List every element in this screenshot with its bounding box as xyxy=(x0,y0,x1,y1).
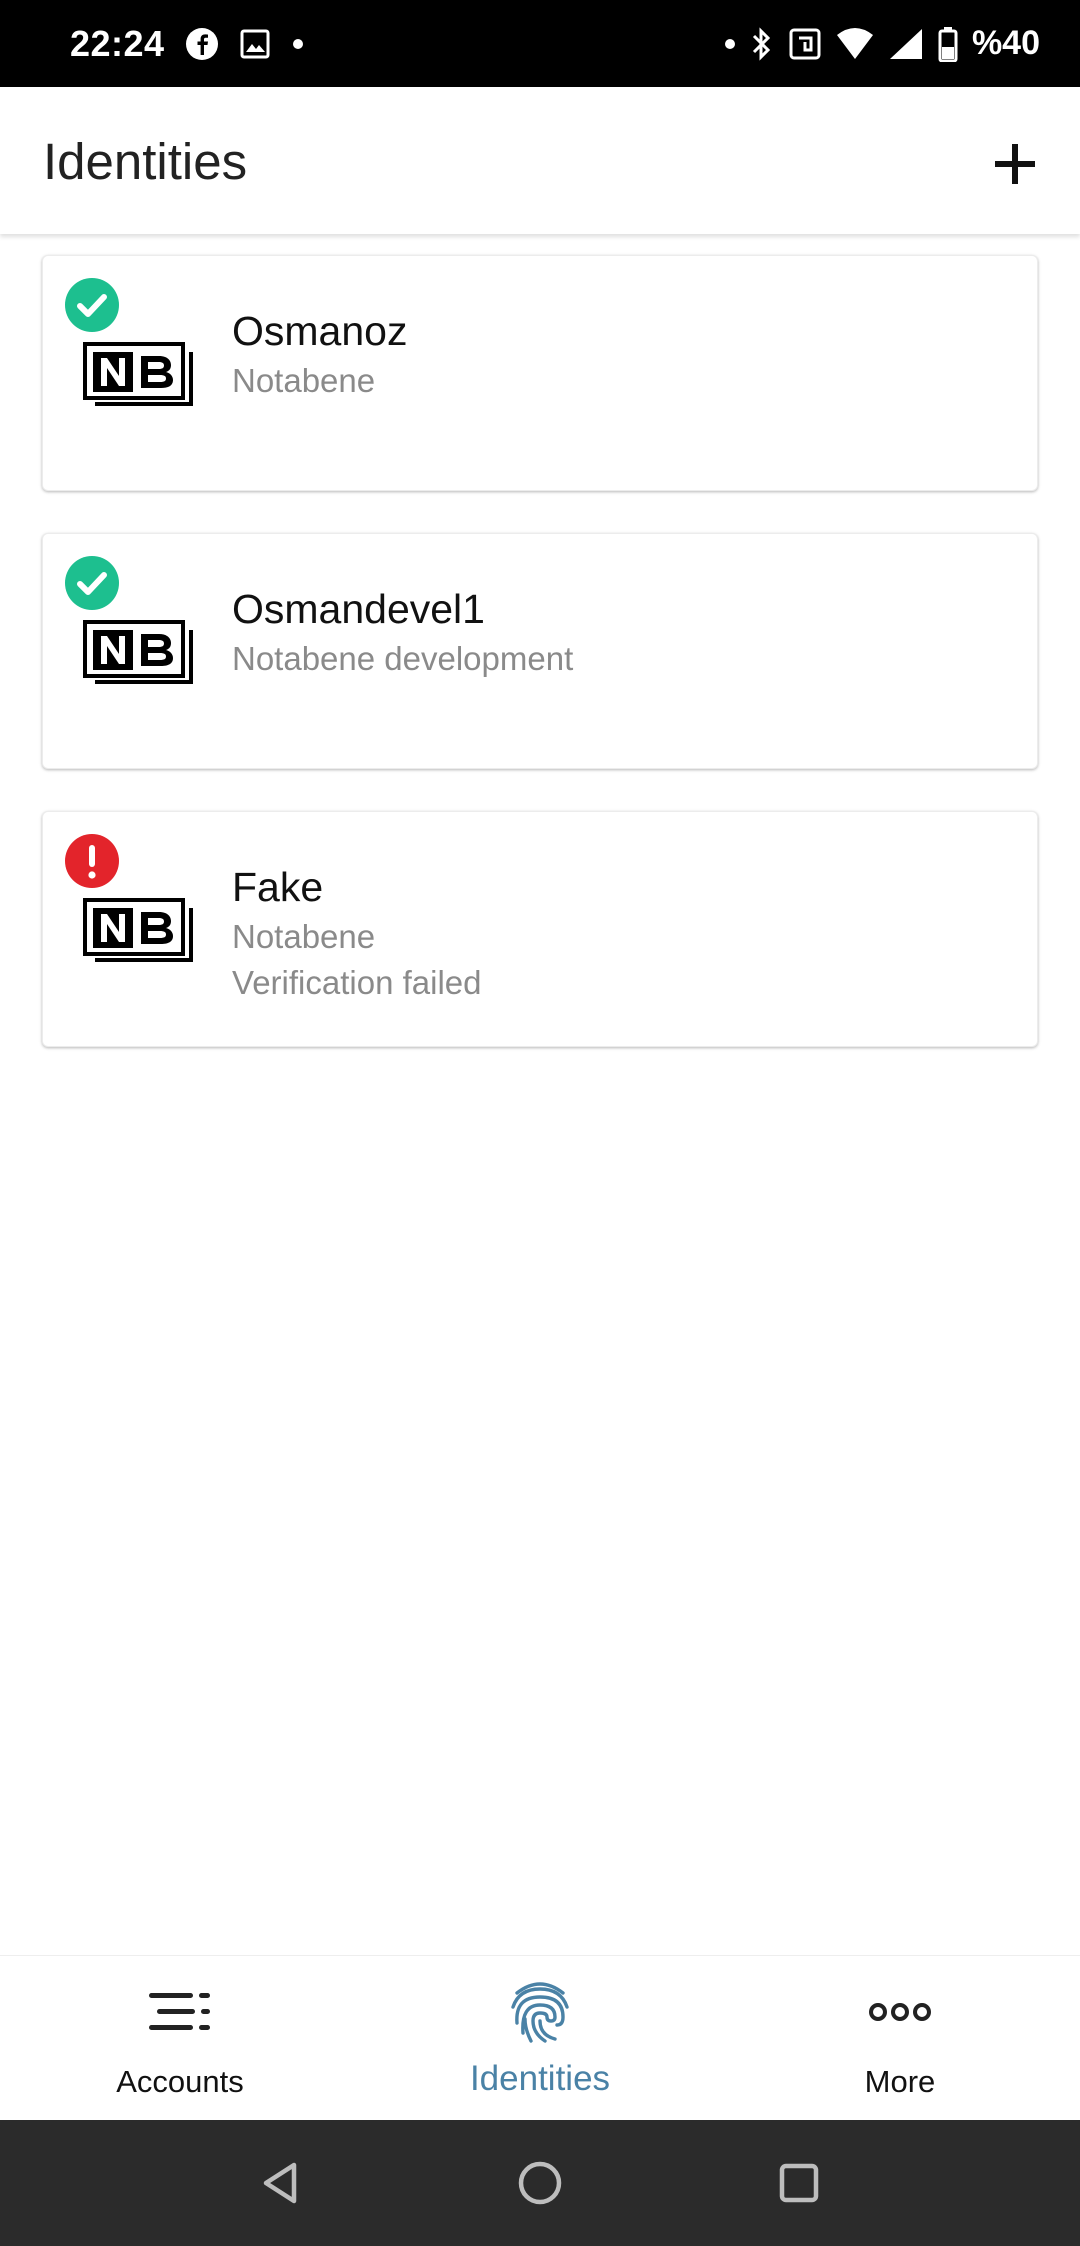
battery-icon xyxy=(938,26,958,62)
battery-percent: %40 xyxy=(971,24,1040,62)
bluetooth-icon xyxy=(750,26,774,62)
dot-icon xyxy=(291,37,305,51)
bottom-navigation: Accounts Identities More xyxy=(0,1955,1080,2120)
image-icon xyxy=(239,28,271,60)
identity-card-osmandevel1[interactable]: Osmandevel1 Notabene development xyxy=(42,533,1038,769)
nfc-icon xyxy=(788,27,822,61)
nb-logo-icon xyxy=(83,342,193,406)
nav-identities[interactable]: Identities xyxy=(360,1956,720,2121)
nav-more[interactable]: More xyxy=(720,1956,1080,2121)
plus-icon xyxy=(995,144,1035,184)
error-circle-icon xyxy=(65,834,119,888)
recents-icon xyxy=(779,2163,819,2203)
nav-identities-label: Identities xyxy=(469,2059,611,2098)
back-icon xyxy=(263,2162,297,2204)
app-bar: Identities xyxy=(0,87,1080,234)
facebook-icon xyxy=(185,27,219,61)
wifi-icon xyxy=(836,27,874,61)
check-circle-icon xyxy=(65,278,119,332)
home-button[interactable] xyxy=(510,2153,570,2213)
identity-provider: Notabene development xyxy=(232,640,574,677)
nav-accounts-label: Accounts xyxy=(116,2064,244,2099)
identity-name: Osmandevel1 xyxy=(232,586,485,632)
more-icon xyxy=(720,1976,1080,2048)
dot-icon xyxy=(724,38,736,50)
nb-logo-icon xyxy=(83,620,193,684)
identity-provider: Notabene xyxy=(232,918,376,955)
identity-card-osmanoz[interactable]: Osmanoz Notabene xyxy=(42,255,1038,491)
nb-logo-icon xyxy=(83,898,193,962)
back-button[interactable] xyxy=(250,2153,310,2213)
recents-button[interactable] xyxy=(769,2153,829,2213)
status-bar: 22:24 %40 xyxy=(0,0,1080,87)
home-icon xyxy=(518,2161,562,2205)
status-left: 22:24 xyxy=(70,0,305,87)
fingerprint-icon xyxy=(360,1976,720,2048)
identity-name: Osmanoz xyxy=(232,308,408,354)
nav-more-label: More xyxy=(864,2064,936,2099)
list-icon xyxy=(0,1976,360,2048)
add-identity-button[interactable] xyxy=(980,129,1050,199)
identity-status-text: Verification failed xyxy=(232,964,482,1001)
nav-accounts[interactable]: Accounts xyxy=(0,1956,360,2121)
signal-icon xyxy=(888,27,924,61)
status-time: 22:24 xyxy=(70,22,165,64)
identity-name: Fake xyxy=(232,864,324,910)
page-title: Identities xyxy=(43,133,248,190)
identity-provider: Notabene xyxy=(232,362,376,399)
check-circle-icon xyxy=(65,556,119,610)
status-right: %40 xyxy=(724,0,1040,87)
identity-card-fake[interactable]: Fake Notabene Verification failed xyxy=(42,811,1038,1047)
system-navigation-bar xyxy=(0,2120,1080,2246)
